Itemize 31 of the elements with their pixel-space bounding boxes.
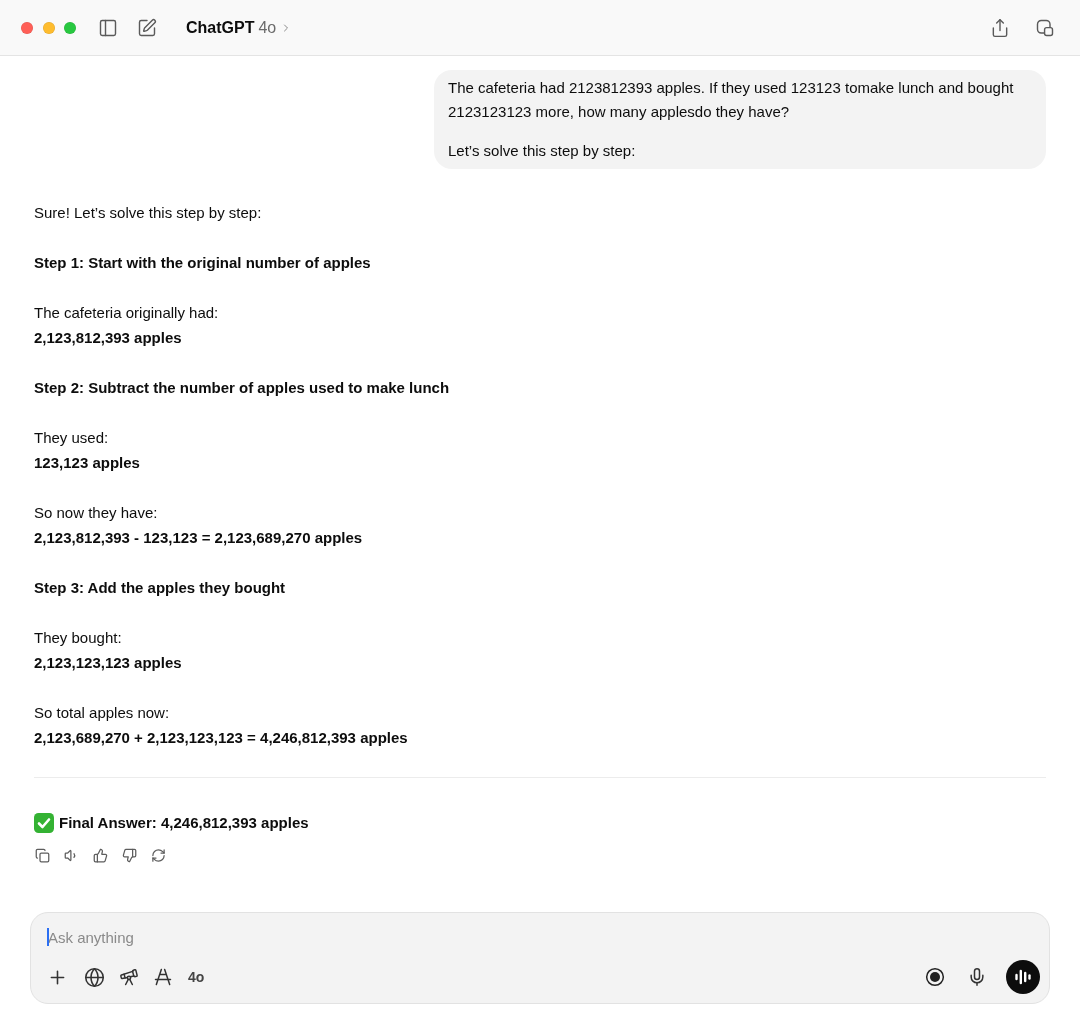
- message-text: The cafeteria had 2123812393 apples. If they used 123123 tomake lunch and bought 2123123123 more, how many applesdo they have?: [448, 78, 1015, 122]
- message-input-field[interactable]: Ask anything 4o: [30, 912, 1050, 1004]
- thumbs-down-icon[interactable]: [122, 848, 137, 863]
- step-heading: Step 1: Start with the original number of apples: [34, 253, 372, 273]
- sidebar-icon[interactable]: [98, 17, 118, 38]
- model-button[interactable]: 4o: [188, 967, 205, 987]
- message-text: Sure! Let’s solve this step by step:: [34, 203, 263, 223]
- final-answer-text: Final Answer: 4,246,812,393 apples: [59, 813, 309, 833]
- copy-icon[interactable]: [35, 848, 50, 863]
- step-heading: Step 2: Subtract the number of apples used to make lunch: [34, 378, 451, 398]
- two-squares-icon[interactable]: [1035, 17, 1055, 38]
- message-text: They used: 123,123 apples: [34, 428, 141, 473]
- step-heading: Step 3: Add the apples they bought: [34, 578, 287, 598]
- check-mark-icon: [34, 812, 54, 833]
- message-text: So now they have: 2,123,812,393 - 123,123 = 2,123,689,270 apples: [34, 503, 364, 548]
- letter-a-icon[interactable]: [153, 967, 173, 987]
- share-icon[interactable]: [990, 17, 1010, 38]
- globe-icon[interactable]: [84, 966, 105, 988]
- voice-waveform-icon[interactable]: [1006, 960, 1040, 994]
- message-text: The cafeteria originally had: 2,123,812,393 apples: [34, 303, 220, 348]
- message-text: So total apples now: 2,123,689,270 + 2,123,123,123 = 4,246,812,393 apples: [34, 703, 409, 748]
- compose-icon[interactable]: [137, 17, 157, 38]
- message-text: They bought: 2,123,123,123 apples: [34, 628, 183, 673]
- thumbs-up-icon[interactable]: [93, 848, 108, 863]
- window-close-icon[interactable]: [21, 21, 33, 34]
- model-selector[interactable]: ChatGPT 4o: [186, 18, 293, 37]
- target-icon[interactable]: [925, 967, 945, 987]
- microphone-icon[interactable]: [967, 967, 987, 987]
- message-text: Let’s solve this step by step:: [448, 141, 637, 161]
- refresh-icon[interactable]: [151, 848, 166, 863]
- telescope-icon[interactable]: [119, 967, 139, 987]
